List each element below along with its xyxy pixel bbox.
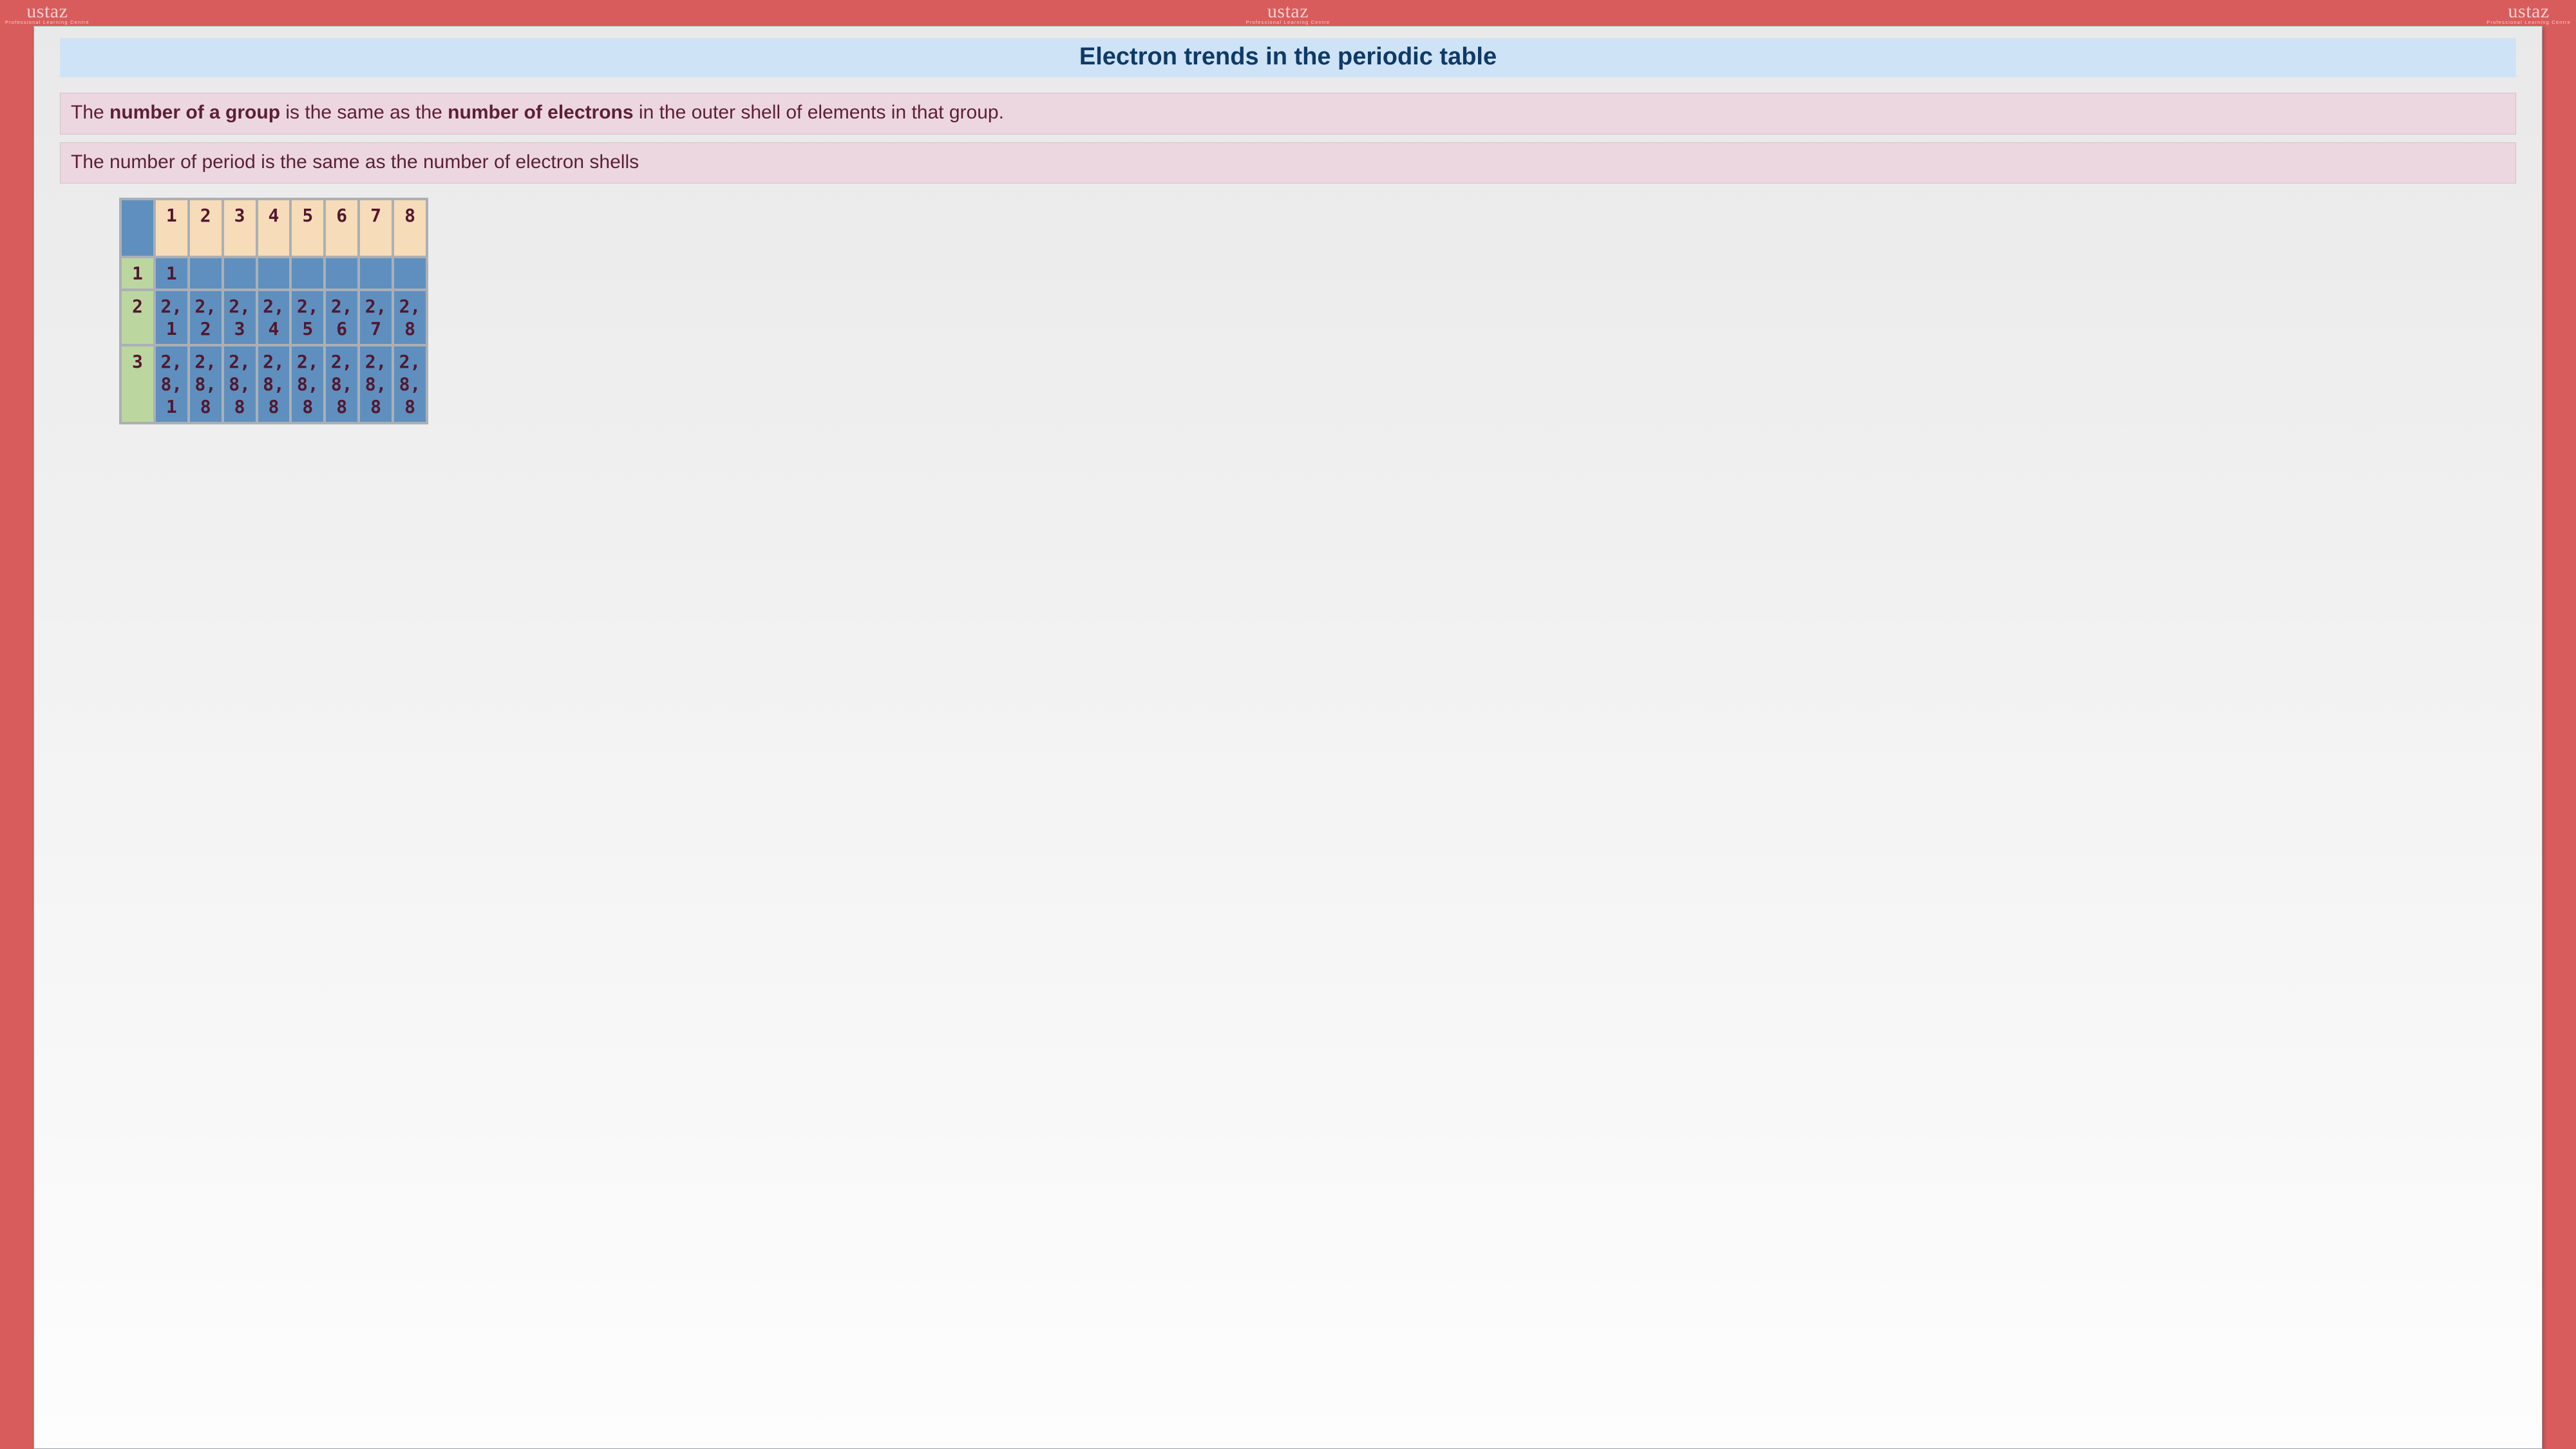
logo-tagline: Professional Learning Centre — [1246, 20, 1331, 25]
table-cell: 1 — [156, 258, 187, 289]
col-head: 7 — [360, 200, 392, 256]
table-cell — [360, 258, 392, 289]
table-corner — [122, 200, 153, 256]
slide-title: Electron trends in the periodic table — [60, 38, 2516, 77]
col-head: 5 — [292, 200, 323, 256]
logo-brand: ustaz — [2486, 2, 2571, 21]
periodic-table: 1 2 3 4 5 6 7 8 1 1 2 — [119, 198, 428, 424]
table-cell: 2,8,8 — [360, 346, 392, 422]
info1-b2: number of electrons — [448, 102, 633, 123]
periodic-table-wrap: 1 2 3 4 5 6 7 8 1 1 2 — [119, 198, 428, 424]
table-cell: 2,7 — [360, 291, 392, 344]
table-cell: 2,3 — [224, 291, 256, 344]
table-cell — [326, 258, 357, 289]
logo-watermark-left: ustaz Professional Learning Centre — [5, 2, 90, 25]
col-head: 6 — [326, 200, 357, 256]
col-head: 3 — [224, 200, 256, 256]
logo-watermark-center: ustaz Professional Learning Centre — [1246, 2, 1331, 25]
logo-tagline: Professional Learning Centre — [5, 20, 90, 25]
table-cell: 2,8,8 — [224, 346, 256, 422]
logo-brand: ustaz — [1246, 2, 1331, 21]
info-box-group: The number of a group is the same as the… — [60, 93, 2516, 135]
table-cell: 2,8,8 — [190, 346, 222, 422]
info1-b1: number of a group — [109, 102, 280, 123]
table-cell: 2,5 — [292, 291, 323, 344]
table-cell: 2,8,1 — [156, 346, 187, 422]
table-cell — [258, 258, 290, 289]
row-head: 1 — [122, 258, 153, 289]
row-head: 2 — [122, 291, 153, 344]
table-cell: 2,8,8 — [394, 346, 426, 422]
logo-brand: ustaz — [5, 2, 90, 21]
info1-post: in the outer shell of elements in that g… — [634, 102, 1004, 123]
slide-card: Electron trends in the periodic table Th… — [33, 26, 2543, 1449]
info1-mid: is the same as the — [280, 102, 448, 123]
col-head: 8 — [394, 200, 426, 256]
logo-watermark-right: ustaz Professional Learning Centre — [2486, 2, 2571, 25]
table-cell: 2,1 — [156, 291, 187, 344]
logo-tagline: Professional Learning Centre — [2486, 20, 2571, 25]
table-cell: 2,6 — [326, 291, 357, 344]
table-cell — [224, 258, 256, 289]
table-cell: 2,8,8 — [326, 346, 357, 422]
table-cell: 2,8,8 — [292, 346, 323, 422]
table-cell — [292, 258, 323, 289]
table-cell: 2,8,8 — [258, 346, 290, 422]
table-cell: 2,4 — [258, 291, 290, 344]
col-head: 1 — [156, 200, 187, 256]
table-cell: 2,8 — [394, 291, 426, 344]
table-cell: 2,2 — [190, 291, 222, 344]
row-head: 3 — [122, 346, 153, 422]
col-head: 4 — [258, 200, 290, 256]
info1-pre: The — [71, 102, 109, 123]
col-head: 2 — [190, 200, 222, 256]
info-box-period: The number of period is the same as the … — [60, 142, 2516, 184]
table-cell — [190, 258, 222, 289]
table-cell — [394, 258, 426, 289]
